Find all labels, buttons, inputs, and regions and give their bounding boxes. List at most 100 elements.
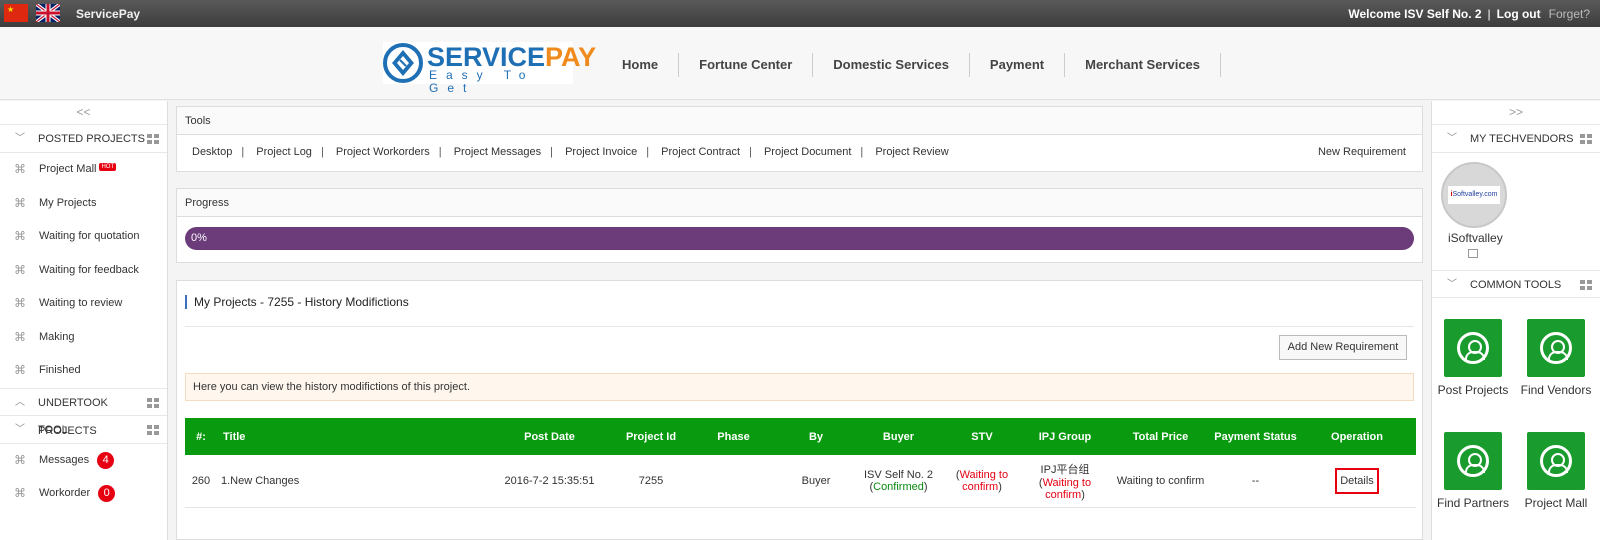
sidebar-item-waiting-quotation[interactable]: ⌘ Waiting for quotation xyxy=(0,220,167,254)
uk-flag-icon[interactable] xyxy=(36,4,60,22)
buyer-status: Confirmed xyxy=(873,480,924,493)
col-ipj-group: IPJ Group xyxy=(1022,418,1108,455)
servicepay-logo[interactable]: SERVICEPAY Easy To Get xyxy=(383,42,596,95)
grid-icon[interactable] xyxy=(147,424,159,436)
user-menu: Welcome ISV Self No. 2 | Log out Forget? xyxy=(1348,7,1590,21)
post-projects-label[interactable]: Post Projects xyxy=(1431,383,1515,397)
cmd-icon: ⌘ xyxy=(14,229,26,243)
common-tools-header[interactable]: ﹀ COMMON TOOLS xyxy=(1432,270,1600,298)
site-header: SERVICEPAY Easy To Get Home Fortune Cent… xyxy=(0,27,1600,100)
posted-projects-header[interactable]: ﹀ POSTED PROJECTS xyxy=(0,125,167,153)
grid-icon[interactable] xyxy=(1580,134,1592,145)
post-projects-icon[interactable] xyxy=(1444,319,1502,377)
cell-post-date: 2016-7-2 15:35:51 xyxy=(487,455,612,508)
tab-project-log[interactable]: Project Log xyxy=(256,135,312,169)
sidebar-item-waiting-feedback[interactable]: ⌘ Waiting for feedback xyxy=(0,254,167,288)
cmd-icon: ⌘ xyxy=(14,262,26,277)
vendor-name[interactable]: iSoftvalley xyxy=(1448,231,1503,245)
sidebar-item-project-mall[interactable]: ⌘ Project Mall HOT xyxy=(0,153,167,187)
messages-count-badge: 4 xyxy=(97,451,115,469)
cmd-icon: ⌘ xyxy=(14,452,26,467)
sidebar-item-waiting-review[interactable]: ⌘ Waiting to review xyxy=(0,287,167,321)
collapse-right-button[interactable]: >> xyxy=(1432,101,1600,125)
tab-project-contract[interactable]: Project Contract xyxy=(661,135,740,169)
chevron-down-icon: ﹀ xyxy=(1447,279,1457,290)
cell-stv: (Waiting to confirm) xyxy=(942,455,1022,508)
table-row: 260 1.New Changes 2016-7-2 15:35:51 7255… xyxy=(185,455,1416,508)
sidebar-item-my-projects[interactable]: ⌘ My Projects xyxy=(0,187,167,221)
cell-total-price: Waiting to confirm xyxy=(1108,455,1213,508)
col-buyer: Buyer xyxy=(855,418,942,455)
col-by: By xyxy=(777,418,855,455)
col-operation: Operation xyxy=(1298,418,1416,455)
sidebar-item-messages[interactable]: ⌘ Messages 4 xyxy=(0,444,167,478)
progress-panel: Progress 0% xyxy=(176,188,1423,263)
tab-project-review[interactable]: Project Review xyxy=(875,135,948,169)
sidebar-item-making[interactable]: ⌘ Making xyxy=(0,321,167,355)
collapse-left-button[interactable]: << xyxy=(0,101,167,125)
workorder-count-badge: 0 xyxy=(98,485,116,502)
history-panel: My Projects - 7255 - History Modifiction… xyxy=(176,280,1423,540)
tab-project-messages[interactable]: Project Messages xyxy=(454,135,541,169)
cell-project-id: 7255 xyxy=(612,455,690,508)
stv-status: Waiting to confirm xyxy=(959,468,1009,493)
col-title: Title xyxy=(217,418,487,455)
tools-panel-title: Tools xyxy=(177,107,1422,135)
grid-icon[interactable] xyxy=(1580,280,1592,291)
cell-operation: Details xyxy=(1298,455,1416,508)
project-mall-icon[interactable] xyxy=(1527,432,1585,490)
tab-project-invoice[interactable]: Project Invoice xyxy=(565,135,637,169)
techvendors-header[interactable]: ﹀ MY TECHVENDORS xyxy=(1432,125,1600,153)
cmd-icon: ⌘ xyxy=(14,162,26,176)
undertook-projects-header[interactable]: ︿ UNDERTOOK PROJECTS xyxy=(0,387,167,437)
project-mall-label[interactable]: Project Mall xyxy=(1514,496,1598,510)
new-requirement-link[interactable]: New Requirement xyxy=(1318,135,1406,169)
progress-bar: 0% xyxy=(185,227,1414,250)
cmd-icon: ⌘ xyxy=(14,296,26,310)
logout-link[interactable]: Log out xyxy=(1497,7,1541,21)
sidebar-item-workorder[interactable]: ⌘ Workorder 0 xyxy=(0,477,167,511)
logo-wordmark: SERVICEPAY xyxy=(427,42,597,72)
cell-ipj-group: IPJ平台组 (Waiting to confirm) xyxy=(1022,455,1108,508)
nav-merchant-services[interactable]: Merchant Services xyxy=(1065,53,1222,77)
cmd-icon: ⌘ xyxy=(14,363,26,377)
col-payment-status: Payment Status xyxy=(1213,418,1298,455)
nav-payment[interactable]: Payment xyxy=(970,53,1066,77)
tab-project-workorders[interactable]: Project Workorders xyxy=(336,135,430,169)
col-num: #: xyxy=(185,418,217,455)
logo-mark-icon xyxy=(383,43,423,83)
find-vendors-label[interactable]: Find Vendors xyxy=(1514,383,1598,397)
col-post-date: Post Date xyxy=(487,418,612,455)
vendor-logo: iSoftvalley.com xyxy=(1448,186,1500,204)
grid-icon[interactable] xyxy=(147,134,159,145)
divider xyxy=(185,326,1414,327)
progress-panel-title: Progress xyxy=(177,189,1422,217)
sidebar-item-finished[interactable]: ⌘ Finished xyxy=(0,354,167,388)
cmd-icon: ⌘ xyxy=(14,329,26,344)
nav-fortune-center[interactable]: Fortune Center xyxy=(679,53,814,77)
col-total-price: Total Price xyxy=(1108,418,1213,455)
details-button[interactable]: Details xyxy=(1335,467,1379,494)
logo-tagline: Easy To Get xyxy=(429,68,535,95)
add-new-requirement-button[interactable]: Add New Requirement xyxy=(1279,335,1407,360)
nav-domestic-services[interactable]: Domestic Services xyxy=(813,53,970,77)
welcome-text: Welcome ISV Self No. 2 xyxy=(1348,7,1482,21)
forget-link[interactable]: Forget? xyxy=(1549,7,1590,21)
tool-header[interactable]: ﹀ TOOL xyxy=(0,416,167,444)
grid-icon[interactable] xyxy=(147,397,159,409)
tab-project-document[interactable]: Project Document xyxy=(764,135,851,169)
col-stv: STV xyxy=(942,418,1022,455)
find-partners-icon[interactable] xyxy=(1444,432,1502,490)
find-partners-label[interactable]: Find Partners xyxy=(1431,496,1515,510)
nav-home[interactable]: Home xyxy=(606,53,680,77)
cell-title: 1.New Changes xyxy=(217,455,487,508)
cell-buyer: ISV Self No. 2 (Confirmed) xyxy=(855,455,942,508)
find-vendors-icon[interactable] xyxy=(1527,319,1585,377)
right-sidebar: >> ﹀ MY TECHVENDORS iSoftvalley.com iSof… xyxy=(1431,101,1600,540)
chat-icon[interactable] xyxy=(1468,249,1478,258)
china-flag-icon[interactable]: ★ xyxy=(4,4,28,22)
vendor-avatar[interactable]: iSoftvalley.com xyxy=(1441,162,1507,228)
tab-desktop[interactable]: Desktop xyxy=(192,135,232,169)
info-notice: Here you can view the history modifictio… xyxy=(185,373,1414,401)
tools-panel: Tools Desktop | Project Log | Project Work… xyxy=(176,106,1423,172)
